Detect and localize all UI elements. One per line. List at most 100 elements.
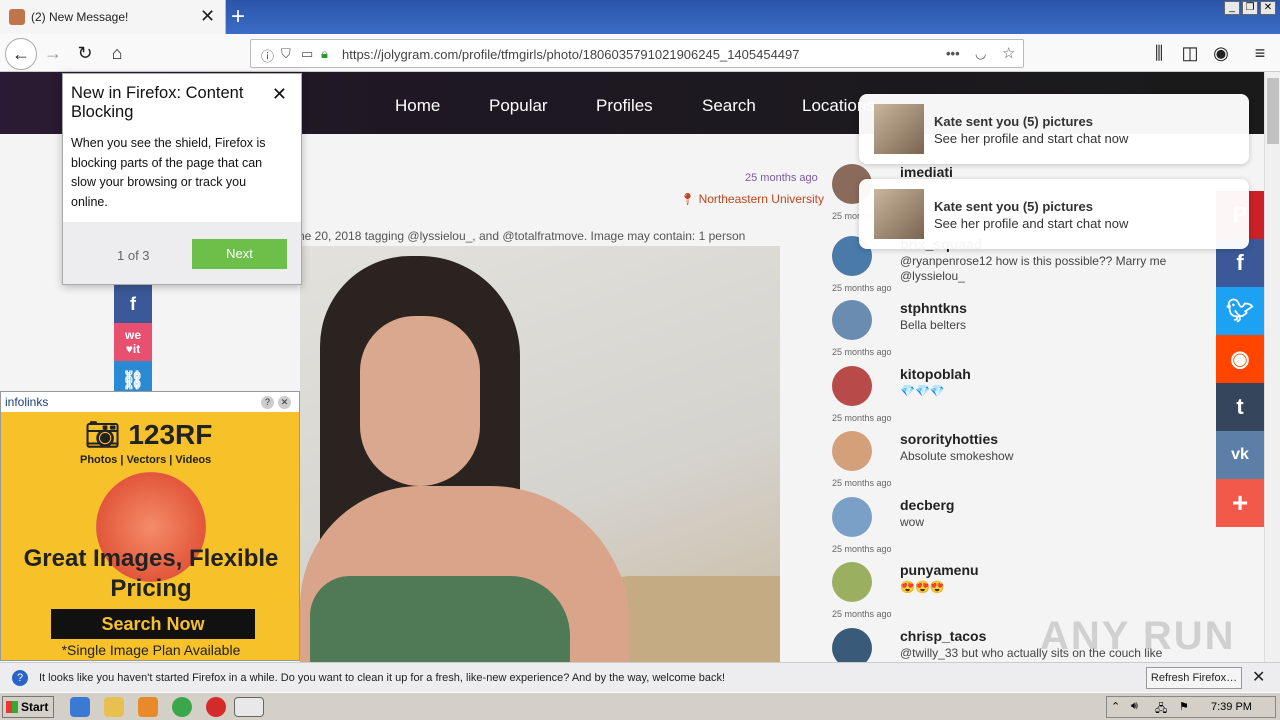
comment-user[interactable]: imediati [900,164,953,180]
back-button[interactable]: ← [5,38,37,70]
nav-popular[interactable]: Popular [489,96,548,116]
network-icon[interactable]: 🖧︎ [1155,700,1167,719]
notification-toast[interactable]: Kate sent you (5) pictures See her profi… [859,179,1249,249]
twitter-share-icon[interactable]: 🐦︎ [1216,287,1264,335]
refresh-firefox-button[interactable]: Refresh Firefox… [1146,667,1242,689]
home-button[interactable]: ⌂ [104,40,130,66]
ie-icon[interactable] [70,697,90,717]
comment-user[interactable]: stphntkns [900,300,967,316]
weheartit-share-icon[interactable]: we ♥it [114,323,152,361]
page-scrollbar[interactable] [1264,72,1280,662]
avatar[interactable] [832,497,872,537]
avatar[interactable] [832,628,872,662]
comment-time: 25 months ago [832,413,892,423]
ad-cta-button[interactable]: Search Now [51,609,255,639]
help-icon: ? [12,670,28,686]
popup-footer: 1 of 3 Next [63,222,301,284]
post-location[interactable]: 📍︎ Northeastern University [680,192,824,206]
comment-item: stphntkns Bella belters 25 months ago [832,300,1192,364]
forward-button[interactable]: → [40,40,66,66]
more-share-icon[interactable]: + [1216,479,1264,527]
window-controls: _ ❐ ✕ [1224,1,1276,15]
menu-icon[interactable]: ≡ [1247,40,1273,66]
popup-body: When you see the shield, Firefox is bloc… [71,136,266,209]
ad-help-icon[interactable]: ? [261,396,274,409]
ad-headline: Great Images, Flexible Pricing [23,545,279,602]
close-window-icon[interactable]: ✕ [1260,1,1276,15]
notification-bar: ? It looks like you haven't started Fire… [0,662,1280,692]
comment-user[interactable]: punyamenu [900,562,979,578]
action-center-icon[interactable]: ⚑ [1179,700,1189,713]
restore-icon[interactable]: ❐ [1242,1,1258,15]
close-tab-icon[interactable]: ✕ [200,6,215,27]
vk-share-icon[interactable]: vk [1216,431,1264,479]
url-text[interactable]: https://jolygram.com/profile/tfmgirls/ph… [342,47,800,62]
comment-item: decberg wow 25 months ago [832,497,1192,561]
facebook-share-icon[interactable]: f [114,285,152,323]
new-tab-button[interactable]: + [231,3,245,31]
comment-text: @ryanpenrose12 how is this possible?? Ma… [900,254,1167,283]
ad-subtitle: Photos | Vectors | Videos [80,454,212,466]
notification-title: Kate sent you (5) pictures [934,199,1093,214]
close-icon[interactable]: ✕ [272,84,287,105]
reload-button[interactable]: ↻ [72,40,98,66]
popup-title: New in Firefox: Content Blocking [71,84,244,121]
start-button[interactable]: Start [2,696,54,718]
nav-search[interactable]: Search [702,96,756,116]
taskbar: Start ⌃ 🔊︎ 🖧︎ ⚑ 7:39 PM [0,692,1280,720]
start-label: Start [21,700,49,714]
next-button[interactable]: Next [192,239,287,269]
close-notification-icon[interactable]: ✕ [1252,667,1265,687]
watermark: ANY RUN [1040,614,1236,658]
browser-tab[interactable]: (2) New Message! ✕ [0,0,226,34]
comment-user[interactable]: kitopoblah [900,366,971,382]
post-photo[interactable] [300,246,780,666]
avatar[interactable] [832,562,872,602]
comment-text: Bella belters [900,318,967,332]
permissions-icon[interactable]: ▭ [301,46,313,62]
notification-subtitle: See her profile and start chat now [934,216,1129,231]
comment-user[interactable]: decberg [900,497,954,513]
avatar[interactable] [832,300,872,340]
comment-user[interactable]: sororityhotties [900,431,998,447]
notification-thumbnail [874,189,924,239]
scrollbar-thumb[interactable] [1267,78,1279,144]
bookmark-star-icon[interactable]: ☆ [1002,44,1015,62]
notification-toast[interactable]: Kate sent you (5) pictures See her profi… [859,94,1249,164]
comment-text: Absolute smokeshow [900,449,1014,463]
avatar[interactable] [832,431,872,471]
tray-expand-icon[interactable]: ⌃ [1111,700,1120,713]
ad-close-icon[interactable]: ✕ [278,396,291,409]
folder-icon[interactable] [104,697,124,717]
url-bar[interactable]: ⓘ ⛉ ▭ 🔒︎ https://jolygram.com/profile/tf… [250,39,1024,68]
comment-time: 25 months ago [832,609,892,619]
media-player-icon[interactable] [138,697,158,717]
ad-banner[interactable]: infolinks ? ✕ 📷︎ 123RF Photos | Vectors … [0,391,300,661]
camera-icon: 📷︎ [85,419,121,450]
comment-time: 25 months ago [832,283,892,293]
ad-header: infolinks ? ✕ [1,392,299,412]
nav-home[interactable]: Home [395,96,440,116]
volume-icon[interactable]: 🔊︎ [1131,700,1138,713]
title-bar: (2) New Message! ✕ + _ ❐ ✕ [0,0,1280,34]
comment-user[interactable]: chrisp_tacos [900,628,986,644]
nav-profiles[interactable]: Profiles [596,96,653,116]
comment-item: kitopoblah 💎💎💎 25 months ago [832,366,1192,430]
comment-text: 💎💎💎 [900,384,945,398]
pocket-icon[interactable]: ◡ [975,46,986,62]
post-caption: ne 20, 2018 tagging @lyssielou_, and @to… [298,229,746,243]
page-actions-icon[interactable]: ••• [946,46,960,61]
firefox-taskbar-button[interactable] [234,697,264,717]
reddit-share-icon[interactable]: ◉ [1216,335,1264,383]
library-icon[interactable]: ⫼ [1146,40,1172,66]
shield-icon[interactable]: ⛉ [281,46,291,62]
chrome-icon[interactable] [172,697,192,717]
account-icon[interactable]: ◉ [1208,40,1234,66]
ad-fine-print: *Single Image Plan Available [61,642,241,658]
tumblr-share-icon[interactable]: t [1216,383,1264,431]
opera-icon[interactable] [206,697,226,717]
sidebar-icon[interactable]: ◫ [1177,40,1203,66]
avatar[interactable] [832,366,872,406]
minimize-icon[interactable]: _ [1224,1,1240,15]
info-icon[interactable]: ⓘ [261,46,274,65]
